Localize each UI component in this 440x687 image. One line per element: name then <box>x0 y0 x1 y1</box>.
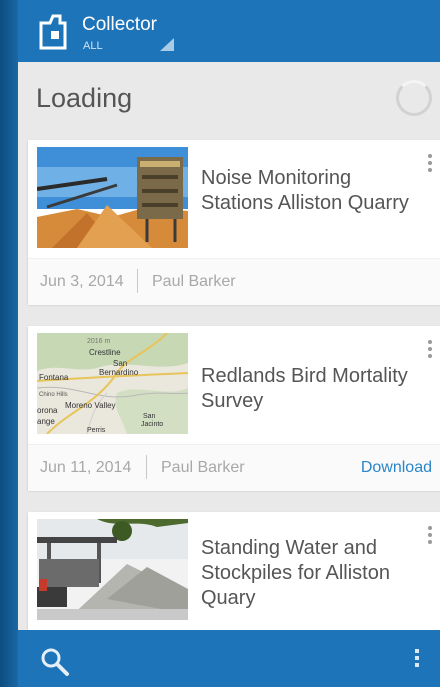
map-label: Perris <box>87 427 106 434</box>
map-card[interactable]: 2016 m Crestline San Bernardino Fontana … <box>28 326 440 491</box>
divider <box>137 269 138 293</box>
card-footer: Jun 11, 2014 Paul Barker Download <box>28 444 440 491</box>
more-vert-icon[interactable] <box>428 340 432 361</box>
map-label: orona <box>37 406 58 415</box>
map-label: Chino Hills <box>39 392 68 398</box>
dropdown-corner-icon[interactable] <box>160 38 174 51</box>
map-label: San <box>113 359 127 368</box>
map-date: Jun 3, 2014 <box>40 273 124 290</box>
map-label: Jacinto <box>141 421 163 428</box>
app-filter-label[interactable]: ALL <box>83 40 103 52</box>
map-label: Moreno Valley <box>65 401 116 410</box>
map-owner: Paul Barker <box>152 273 236 290</box>
bottom-app-bar <box>18 630 440 687</box>
loading-spinner-icon <box>396 80 432 116</box>
card-footer: Jun 3, 2014 Paul Barker <box>28 258 440 305</box>
device-edge <box>0 0 18 687</box>
map-thumbnail[interactable] <box>37 147 188 248</box>
map-owner: Paul Barker <box>161 459 245 476</box>
app-screen: Collector ALL Loading Noise Monitoring S… <box>18 0 440 687</box>
app-title[interactable]: Collector <box>82 14 157 36</box>
map-thumbnail[interactable]: 2016 m Crestline San Bernardino Fontana … <box>37 333 188 434</box>
divider <box>146 455 147 479</box>
search-icon[interactable] <box>40 647 70 677</box>
map-label: Crestline <box>89 348 121 357</box>
map-label: San <box>143 413 156 420</box>
map-label: ange <box>37 417 55 426</box>
map-card[interactable]: Noise Monitoring Stations Alliston Quarr… <box>28 140 440 305</box>
more-vert-icon[interactable] <box>428 154 432 175</box>
map-thumbnail[interactable] <box>37 519 188 620</box>
map-label: Fontana <box>39 373 69 382</box>
map-label: 2016 m <box>87 338 111 345</box>
collector-app-icon[interactable] <box>38 14 68 50</box>
map-title[interactable]: Redlands Bird Mortality Survey <box>201 364 421 414</box>
top-app-bar: Collector ALL <box>18 0 440 62</box>
status-title: Loading <box>36 83 133 113</box>
more-vert-icon[interactable] <box>428 526 432 547</box>
map-title[interactable]: Standing Water and Stockpiles for Allist… <box>201 536 421 611</box>
map-label: Bernardino <box>99 368 139 377</box>
map-title[interactable]: Noise Monitoring Stations Alliston Quarr… <box>201 166 421 216</box>
overflow-menu-icon[interactable] <box>415 649 419 670</box>
download-button[interactable]: Download <box>361 459 432 477</box>
map-date: Jun 11, 2014 <box>40 459 132 476</box>
